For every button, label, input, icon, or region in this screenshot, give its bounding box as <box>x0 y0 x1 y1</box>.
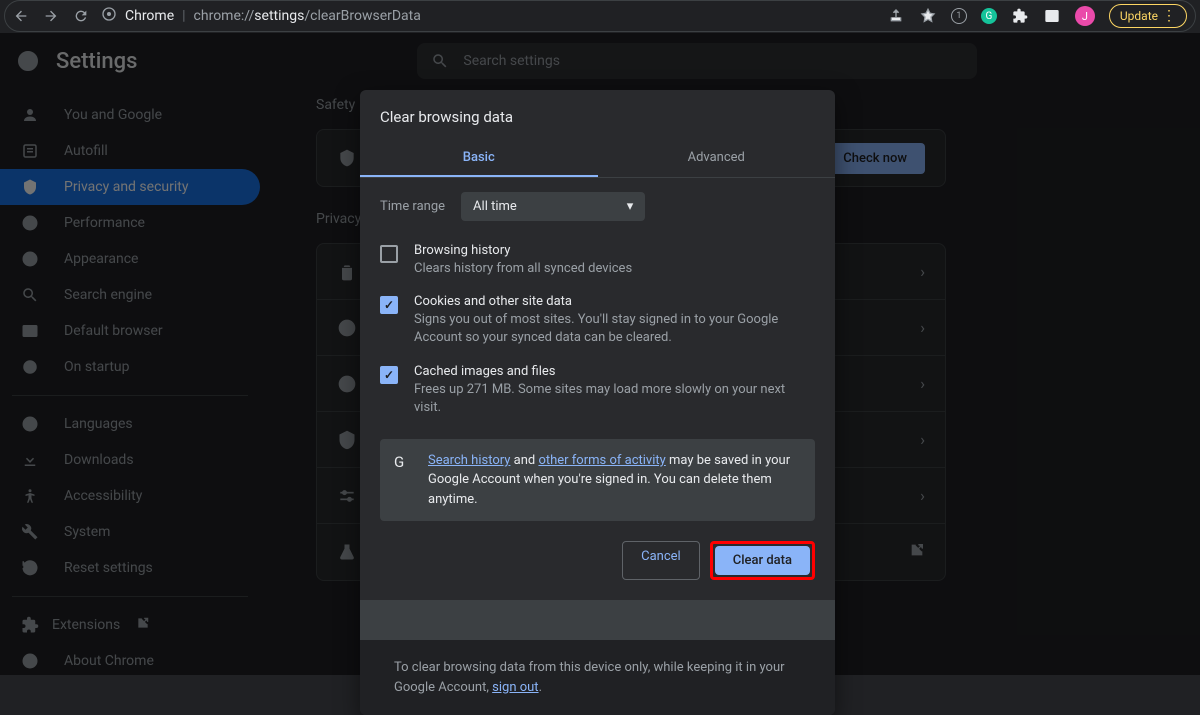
checkbox-cookies[interactable]: Cookies and other site data Signs you ou… <box>360 286 835 355</box>
checkbox-browsing-history[interactable]: Browsing history Clears history from all… <box>360 235 835 286</box>
dialog-title: Clear browsing data <box>360 90 835 140</box>
update-button[interactable]: Update⋮ <box>1109 4 1187 28</box>
forward-icon[interactable] <box>43 8 59 24</box>
clear-browsing-data-dialog: Clear browsing data Basic Advanced Time … <box>360 90 835 715</box>
clear-data-button[interactable]: Clear data <box>715 546 810 575</box>
bookmark-star-icon[interactable] <box>919 7 937 25</box>
back-icon[interactable] <box>13 8 29 24</box>
extensions-puzzle-icon[interactable] <box>1011 7 1029 25</box>
info-notice: G Search history and other forms of acti… <box>380 439 815 522</box>
dialog-footer: To clear browsing data from this device … <box>360 640 835 715</box>
browser-toolbar: Chrome | chrome://settings/clearBrowserD… <box>4 0 1196 32</box>
checkbox-icon[interactable] <box>380 366 398 384</box>
extension-badge-icon[interactable]: 1 <box>951 8 967 24</box>
time-range-dropdown[interactable]: All time ▾ <box>461 192 645 221</box>
address-bar[interactable]: Chrome | chrome://settings/clearBrowserD… <box>101 6 875 26</box>
reload-icon[interactable] <box>73 8 89 24</box>
caret-down-icon: ▾ <box>627 199 634 214</box>
highlight-annotation: Clear data <box>710 541 815 580</box>
checkbox-cached[interactable]: Cached images and files Frees up 271 MB.… <box>360 356 835 425</box>
sign-out-link[interactable]: sign out <box>492 680 538 695</box>
chrome-icon <box>101 6 117 26</box>
checkbox-icon[interactable] <box>380 245 398 263</box>
google-g-icon: G <box>394 451 414 510</box>
checkbox-icon[interactable] <box>380 296 398 314</box>
search-history-link[interactable]: Search history <box>428 453 510 468</box>
grammarly-icon[interactable]: G <box>981 8 997 24</box>
url-app: Chrome <box>125 8 174 24</box>
tab-basic[interactable]: Basic <box>360 140 598 177</box>
cancel-button[interactable]: Cancel <box>622 541 700 580</box>
other-activity-link[interactable]: other forms of activity <box>538 453 665 468</box>
tab-advanced[interactable]: Advanced <box>598 140 836 177</box>
time-range-label: Time range <box>380 199 445 214</box>
panel-icon[interactable] <box>1043 7 1061 25</box>
profile-avatar[interactable]: J <box>1075 6 1095 26</box>
share-icon[interactable] <box>887 7 905 25</box>
